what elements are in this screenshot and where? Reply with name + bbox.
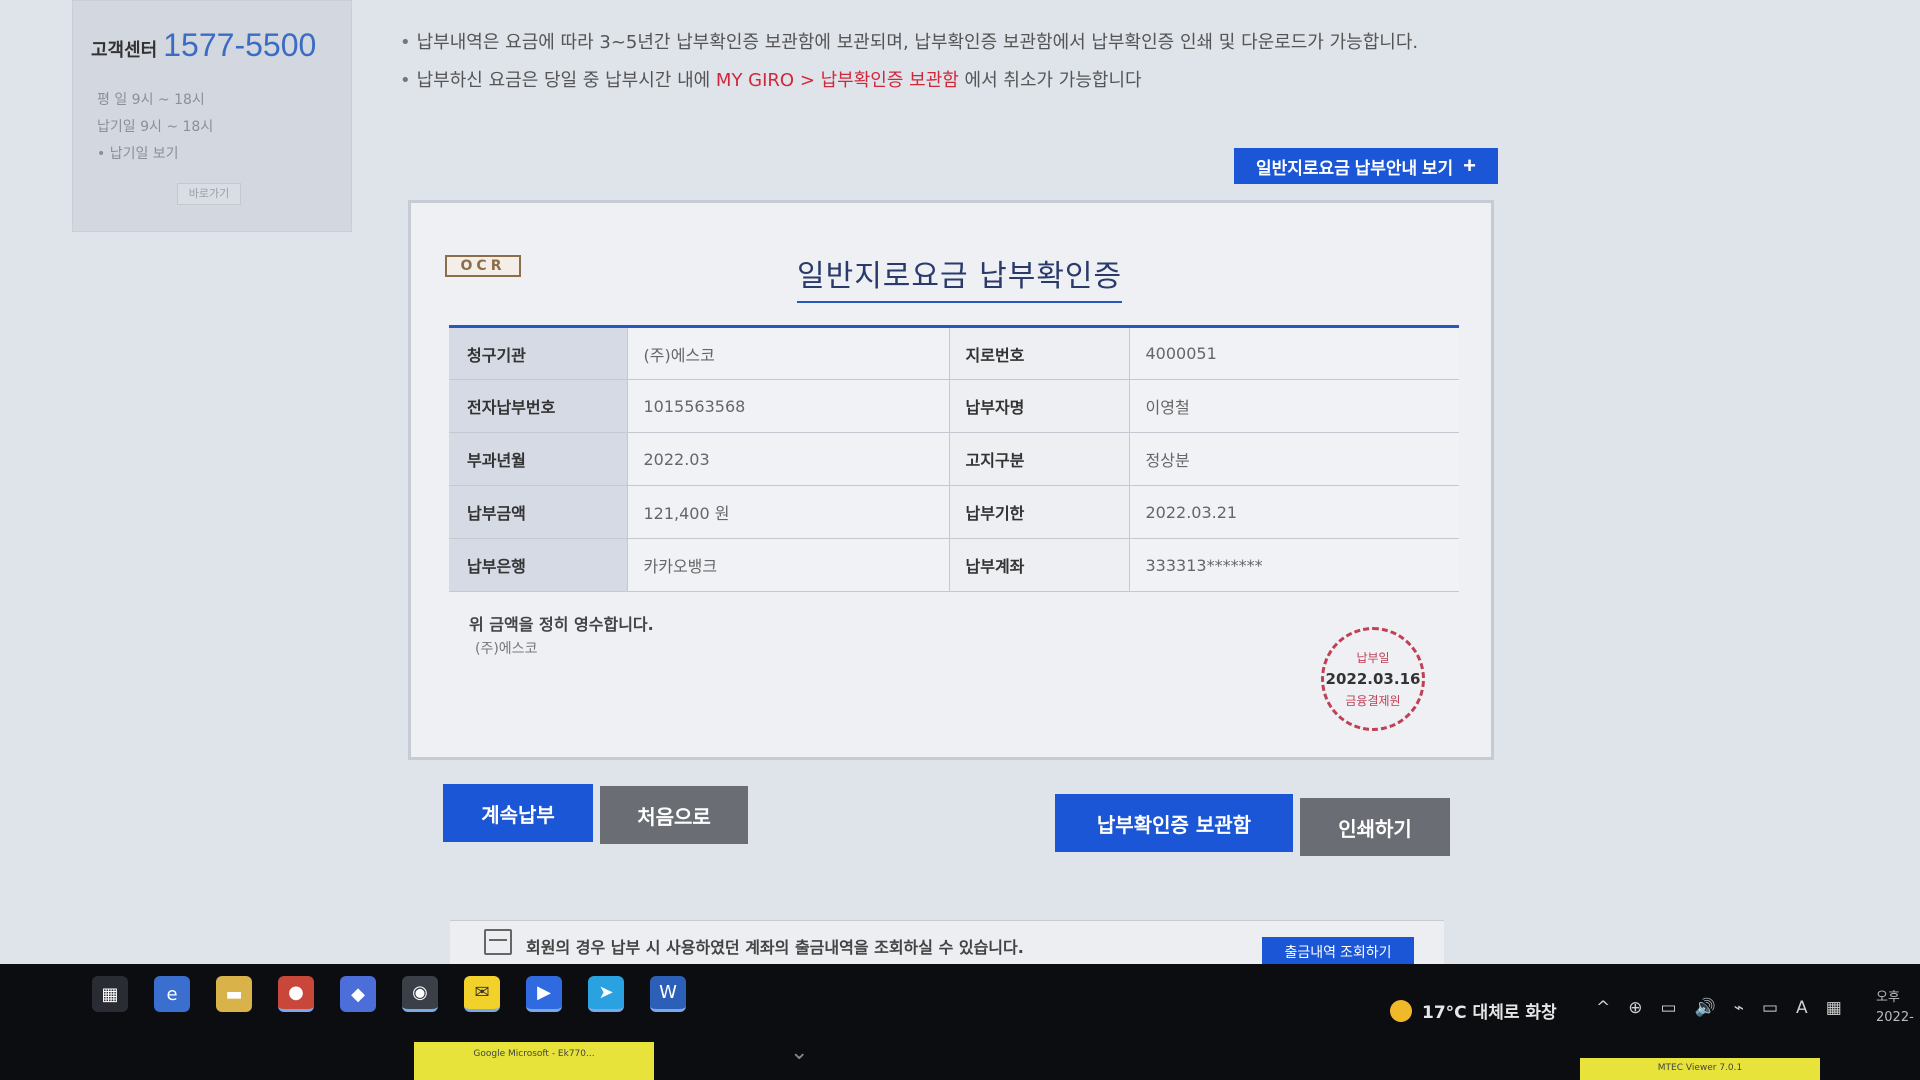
camera-icon[interactable]: ◉	[402, 976, 438, 1012]
my-giro-vault-link[interactable]: MY GIRO > 납부확인증 보관함	[716, 70, 959, 91]
stamp-bottom-label: 금융결제원	[1345, 694, 1401, 708]
teams-icon[interactable]: ◆	[340, 976, 376, 1012]
customer-center-title: 고객센터 1577-5500	[91, 27, 316, 64]
edge-icon[interactable]: e	[154, 976, 190, 1012]
field-label: 지로번호	[949, 326, 1130, 380]
volume-icon[interactable]: 🔊	[1695, 998, 1716, 1018]
weather-text: 17°C 대체로 화창	[1422, 1003, 1557, 1023]
telegram-icon[interactable]: ➤	[588, 976, 624, 1012]
kakaotalk-icon[interactable]: ✉	[464, 976, 500, 1012]
field-label: 납부은행	[449, 538, 628, 592]
receipt-title: 일반지로요금 납부확인증	[797, 251, 1123, 303]
receipt-confirm-text: 위 금액을 정히 영수합니다.	[469, 615, 654, 634]
customer-center-hours: 평 일 9시 ~ 18시 납기일 9시 ~ 18시 • 납기일 보기	[97, 87, 213, 168]
zoom-icon[interactable]: ▶	[526, 976, 562, 1012]
ocr-badge: OCR	[445, 255, 521, 277]
notice-text-2a: 납부하신 요금은 당일 중 납부시간 내에	[416, 70, 716, 91]
field-label: 납부계좌	[949, 538, 1130, 592]
receipt-panel: OCR 일반지로요금 납부확인증 청구기관 (주)에스코 지로번호 400005…	[408, 200, 1494, 760]
table-row: 전자납부번호 1015563568 납부자명 이영철	[449, 379, 1459, 433]
notice-bullet: •	[400, 32, 411, 53]
taskbar-clock[interactable]: 오후 2022-	[1876, 988, 1914, 1028]
sun-icon	[1390, 999, 1412, 1022]
notice-bullet: •	[400, 70, 411, 91]
field-value: 333313*******	[1129, 538, 1459, 592]
field-label: 납부자명	[949, 379, 1130, 433]
field-label: 납부금액	[449, 485, 628, 539]
receipt-table: 청구기관 (주)에스코 지로번호 4000051 전자납부번호 10155635…	[449, 325, 1459, 592]
payment-date-stamp: 납부일 2022.03.16 금융결제원	[1321, 627, 1425, 731]
print-button[interactable]: 인쇄하기	[1300, 798, 1450, 856]
customer-center-box: 고객센터 1577-5500 평 일 9시 ~ 18시 납기일 9시 ~ 18시…	[72, 0, 352, 232]
field-label: 부과년월	[449, 432, 628, 486]
hours-due-link[interactable]: • 납기일 보기	[97, 141, 213, 168]
ime-icon[interactable]: A	[1796, 998, 1808, 1018]
tray-display-icon[interactable]: ▭	[1661, 998, 1677, 1018]
withdrawal-history-button[interactable]: 출금내역 조회하기	[1262, 937, 1414, 967]
field-value: 1015563568	[627, 379, 950, 433]
table-row: 납부금액 121,400 원 납부기한 2022.03.21	[449, 485, 1459, 539]
taskbar-preview-tab[interactable]: Google Microsoft - Ek770...	[414, 1042, 654, 1080]
field-value: 4000051	[1129, 326, 1459, 380]
task-view-icon[interactable]: ▦	[92, 976, 128, 1012]
withdrawal-info-text: 회원의 경우 납부 시 사용하였던 계좌의 출금내역을 조회하실 수 있습니다.	[526, 938, 1024, 957]
notice-text-1: 납부내역은 요금에 따라 3~5년간 납부확인증 보관함에 보관되며, 납부확인…	[416, 32, 1419, 53]
field-value: 카카오뱅크	[627, 538, 950, 592]
receipt-vault-button[interactable]: 납부확인증 보관함	[1055, 794, 1293, 852]
word-icon[interactable]: W	[650, 976, 686, 1012]
receipt-confirm-org: (주)에스코	[475, 641, 538, 657]
customer-center-more-button[interactable]: 바로가기	[177, 183, 241, 205]
field-label: 청구기관	[449, 326, 628, 380]
payment-guide-button[interactable]: 일반지로요금 납부안내 보기 +	[1234, 148, 1498, 184]
field-value: (주)에스코	[627, 326, 950, 380]
field-value: 2022.03.21	[1129, 485, 1459, 539]
field-value: 이영철	[1129, 379, 1459, 433]
keyboard-icon[interactable]: ▭	[1762, 998, 1778, 1018]
stamp-top-label: 납부일	[1356, 651, 1390, 665]
hours-due-day: 납기일 9시 ~ 18시	[97, 119, 214, 135]
payment-guide-label: 일반지로요금 납부안내 보기	[1256, 158, 1454, 178]
clock-date: 2022-	[1876, 1010, 1914, 1025]
stamp-date: 2022.03.16	[1325, 670, 1421, 688]
notice-text-2b: 에서 취소가 가능합니다	[958, 70, 1142, 91]
taskbar-icons: ▦ e ▬ ● ◆ ◉ ✉ ▶ ➤ W	[92, 976, 686, 1012]
field-value: 2022.03	[627, 432, 950, 486]
clock-ampm: 오후	[1876, 990, 1900, 1005]
card-icon	[484, 929, 512, 955]
pen-icon[interactable]: ⌁	[1734, 998, 1744, 1018]
tray-network-icon[interactable]: ⊕	[1628, 998, 1642, 1018]
system-tray: ^ ⊕ ▭ 🔊 ⌁ ▭ A ▦	[1596, 998, 1842, 1018]
hours-weekday: 평 일 9시 ~ 18시	[97, 92, 205, 108]
notice-line-2: • 납부하신 요금은 당일 중 납부시간 내에 MY GIRO > 납부확인증 보…	[400, 66, 1142, 92]
taskbar-preview-tab-2[interactable]: MTEC Viewer 7.0.1	[1580, 1058, 1820, 1080]
tray-chevron-icon[interactable]: ^	[1596, 998, 1610, 1018]
continue-payment-button[interactable]: 계속납부	[443, 784, 593, 842]
field-value: 121,400 원	[627, 485, 950, 539]
chrome-icon[interactable]: ●	[278, 976, 314, 1012]
go-first-button[interactable]: 처음으로	[600, 786, 748, 844]
notice-line-1: • 납부내역은 요금에 따라 3~5년간 납부확인증 보관함에 보관되며, 납부확…	[400, 28, 1418, 54]
folder-icon[interactable]: ▬	[216, 976, 252, 1012]
field-label: 전자납부번호	[449, 379, 628, 433]
table-row: 청구기관 (주)에스코 지로번호 4000051	[449, 326, 1459, 380]
plus-icon: +	[1463, 153, 1476, 178]
weather-widget[interactable]: 17°C 대체로 화창	[1390, 998, 1557, 1023]
field-label: 납부기한	[949, 485, 1130, 539]
chevron-down-icon: ⌄	[790, 1040, 809, 1065]
field-label: 고지구분	[949, 432, 1130, 486]
table-row: 부과년월 2022.03 고지구분 정상분	[449, 432, 1459, 486]
customer-center-label: 고객센터	[91, 40, 158, 61]
field-value: 정상분	[1129, 432, 1459, 486]
customer-center-phone: 1577-5500	[163, 27, 317, 63]
table-row: 납부은행 카카오뱅크 납부계좌 333313*******	[449, 538, 1459, 592]
notification-icon[interactable]: ▦	[1826, 998, 1842, 1018]
